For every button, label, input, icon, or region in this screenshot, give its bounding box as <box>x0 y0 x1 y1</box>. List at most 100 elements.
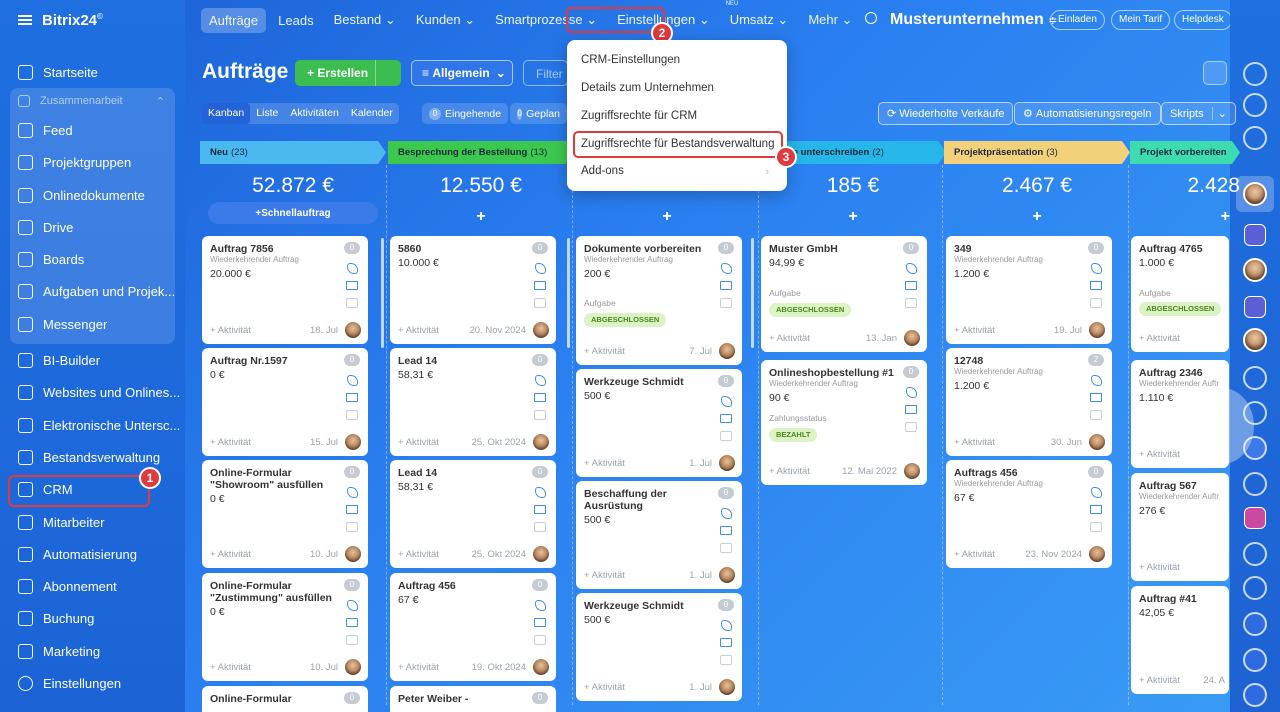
menu-item-crm-settings[interactable]: CRM-Einstellungen <box>581 54 680 66</box>
app-logo[interactable]: Bitrix24© <box>42 12 103 29</box>
tab-kunden[interactable]: Kunden ⌄ <box>408 7 483 33</box>
chat-bubble-icon[interactable] <box>720 655 732 665</box>
card-title[interactable]: Online-Formular "Zustimmung" ausfüllen <box>210 580 338 604</box>
view-kanban[interactable]: Kanban <box>202 103 251 124</box>
responsible-avatar[interactable] <box>533 322 549 338</box>
card-title[interactable]: 12748 <box>954 355 1082 367</box>
responsible-avatar[interactable] <box>904 463 920 479</box>
add-activity-link[interactable]: + Aktivität <box>210 662 251 673</box>
menu-item-crm-permissions[interactable]: Zugriffsrechte für CRM <box>581 110 697 122</box>
sidebar-item-startseite[interactable]: Startseite <box>0 56 185 88</box>
phone-icon[interactable] <box>347 263 358 274</box>
sidebar-item-abonnement[interactable]: Abonnement <box>0 570 185 602</box>
add-activity-link[interactable]: + Aktivität <box>584 346 625 357</box>
deal-card[interactable]: Auftrag #41 42,05 € + Aktivität 24. A <box>1131 586 1229 694</box>
deal-card[interactable]: Auftrag 7856 0 Wiederkehrender Auftrag 20.0… <box>202 236 368 344</box>
chat-bubble-icon[interactable] <box>534 635 546 645</box>
chat-bubble-icon[interactable] <box>1090 298 1102 308</box>
add-activity-link[interactable]: + Aktivität <box>1139 449 1180 460</box>
counter-geplant[interactable]: 0 Geplan <box>510 103 567 124</box>
card-title[interactable]: Beschaffung der Ausrüstung <box>584 488 712 512</box>
responsible-avatar[interactable] <box>904 330 920 346</box>
invite-button[interactable]: Einladen <box>1050 10 1105 30</box>
add-activity-link[interactable]: + Aktivität <box>769 333 810 344</box>
add-activity-link[interactable]: + Aktivität <box>584 458 625 469</box>
phone-icon[interactable] <box>1091 375 1102 386</box>
add-activity-link[interactable]: + Aktivität <box>769 466 810 477</box>
sidebar-item-onlinedokumente[interactable]: Onlinedokumente <box>10 179 175 211</box>
deal-card[interactable]: Lead 14 0 58,31 € + Aktivität 25. Okt 2024 <box>390 460 556 568</box>
responsible-avatar[interactable] <box>345 546 361 562</box>
quick-order-button[interactable]: + Schnellauftrag <box>208 202 378 224</box>
phone-icon[interactable] <box>535 487 546 498</box>
responsible-avatar[interactable] <box>345 434 361 450</box>
phone-icon[interactable] <box>906 387 917 398</box>
openline-icon[interactable] <box>1243 576 1267 600</box>
add-activity-link[interactable]: + Aktivität <box>1139 333 1180 344</box>
mail-icon[interactable] <box>534 505 546 514</box>
sidebar-item-drive[interactable]: Drive <box>10 211 175 243</box>
chat-bubble-icon[interactable] <box>346 410 358 420</box>
recurring-sales-button[interactable]: ⟳ Wiederholte Verkäufe <box>878 102 1014 125</box>
sidebar-item-aufgaben[interactable]: Aufgaben und Projek... <box>10 276 175 308</box>
deal-card[interactable]: 349 0 Wiederkehrender Auftrag 1.200 € + Akti… <box>946 236 1112 344</box>
sidebar-item-einstellungen[interactable]: Einstellungen <box>0 667 185 699</box>
deal-card[interactable]: Dokumente vorbereiten 0 Wiederkehrender Au… <box>576 236 742 365</box>
chat-bubble-icon[interactable] <box>346 635 358 645</box>
add-activity-link[interactable]: + Aktivität <box>954 325 995 336</box>
card-title[interactable]: Auftrag #41 <box>1139 593 1227 605</box>
contact-avatar[interactable] <box>1243 258 1267 282</box>
deal-card[interactable]: Online-Formular "Zustimmung" ausfüllen 0 0… <box>202 573 368 681</box>
mail-icon[interactable] <box>720 281 732 290</box>
chat-bubble-icon[interactable] <box>905 298 917 308</box>
sidebar-item-websites[interactable]: Websites und Onlines... <box>0 377 185 409</box>
mail-icon[interactable] <box>720 414 732 423</box>
card-title[interactable]: Auftrag 4765 <box>1139 243 1227 255</box>
add-activity-link[interactable]: + Aktivität <box>210 549 251 560</box>
view-liste[interactable]: Liste <box>250 103 284 124</box>
responsible-avatar[interactable] <box>719 567 735 583</box>
openline-icon[interactable] <box>1243 542 1267 566</box>
card-title[interactable]: 5860 <box>398 243 526 255</box>
card-title[interactable]: Peter Weiber - <box>398 693 526 705</box>
phone-icon[interactable] <box>721 396 732 407</box>
bell-icon[interactable] <box>1243 62 1267 86</box>
view-aktivitaeten[interactable]: Aktivitäten <box>284 103 344 124</box>
tab-umsatz[interactable]: NEU Umsatz ⌄ <box>722 1 797 33</box>
add-activity-link[interactable]: + Aktivität <box>954 437 995 448</box>
add-activity-link[interactable]: + Aktivität <box>398 549 439 560</box>
menu-icon[interactable] <box>18 15 32 25</box>
card-title[interactable]: Auftrag 567 <box>1139 480 1227 492</box>
deal-card[interactable]: Werkzeuge Schmidt 0 500 € + Aktivität 1. Jul <box>576 593 742 701</box>
chat-bubble-icon[interactable] <box>1090 410 1102 420</box>
card-title[interactable]: Auftrags 456 <box>954 467 1082 479</box>
responsible-avatar[interactable] <box>719 343 735 359</box>
chat-bubble-icon[interactable] <box>720 543 732 553</box>
add-deal-button[interactable]: + <box>574 208 760 228</box>
column-scrollbar[interactable] <box>751 238 754 348</box>
phone-icon[interactable] <box>721 263 732 274</box>
menu-item-addons[interactable]: Add-ons <box>581 165 624 177</box>
deal-card[interactable]: Muster GmbH 0 94,99 € + Aktivität 13. Jan Auf… <box>761 236 927 352</box>
deal-card[interactable]: Onlineshopbestellung #1 0 Wiederkehrender … <box>761 360 927 485</box>
search-icon[interactable] <box>865 12 877 24</box>
mail-icon[interactable] <box>346 618 358 627</box>
gear-icon[interactable] <box>1203 61 1227 85</box>
deal-card[interactable]: Online-Formular 0 <box>202 686 368 712</box>
mail-icon[interactable] <box>905 281 917 290</box>
card-title[interactable]: Onlineshopbestellung #1 <box>769 367 897 379</box>
sidebar-item-messenger[interactable]: Messenger <box>10 308 175 340</box>
column-header[interactable]: Projektpräsentation (3) <box>944 141 1130 164</box>
filter-input[interactable]: Filter <box>523 60 568 86</box>
card-title[interactable]: Auftrag 2346 <box>1139 367 1227 379</box>
pipeline-select[interactable]: ≡ Allgemein ⌄ <box>411 60 513 86</box>
deal-card[interactable]: Lead 14 0 58,31 € + Aktivität 25. Okt 2024 <box>390 348 556 456</box>
card-title[interactable]: Werkzeuge Schmidt <box>584 600 712 612</box>
automation-rules-button[interactable]: ⚙ Automatisierungsregeln <box>1014 102 1161 125</box>
task-chat-icon[interactable] <box>1244 507 1266 529</box>
phone-icon[interactable] <box>535 600 546 611</box>
add-activity-link[interactable]: + Aktivität <box>1139 675 1180 686</box>
sidebar-item-buchung[interactable]: Buchung <box>0 603 185 635</box>
openline-icon[interactable] <box>1243 472 1267 496</box>
contact-avatar[interactable] <box>1243 328 1267 352</box>
